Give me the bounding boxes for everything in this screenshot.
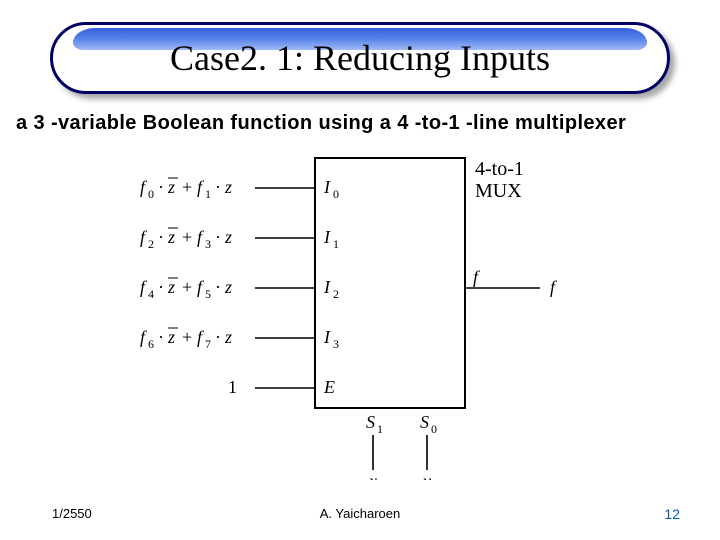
svg-text:4: 4 [148, 287, 154, 301]
page-title: Case2. 1: Reducing Inputs [170, 37, 550, 79]
svg-text:f: f [140, 277, 148, 297]
svg-text:1: 1 [228, 377, 237, 397]
svg-text:z: z [167, 227, 175, 247]
svg-text:z: z [167, 177, 175, 197]
svg-text:+: + [182, 277, 192, 297]
svg-text:1: 1 [333, 237, 339, 251]
mux-label-line2: MUX [475, 180, 522, 202]
svg-text:1: 1 [377, 422, 383, 436]
svg-text:7: 7 [205, 337, 211, 351]
input-row-2: f 4 · z + f 5 · z I 2 [140, 277, 339, 301]
svg-text:y: y [421, 471, 431, 480]
select-s1: S 1 x [366, 412, 383, 480]
svg-text:E: E [323, 377, 335, 397]
subtitle: a 3 -variable Boolean function using a 4… [16, 112, 626, 135]
svg-text:·: · [158, 277, 164, 297]
mux-diagram: 4-to-1 MUX f 0 · z + f 1 · z I 0 f 2 · z… [120, 140, 600, 480]
title-banner: Case2. 1: Reducing Inputs [50, 22, 670, 94]
svg-text:z: z [167, 327, 175, 347]
svg-text:z: z [224, 327, 232, 347]
svg-text:S: S [366, 412, 375, 432]
footer-center: A. Yaicharoen [320, 506, 400, 521]
enable-row: 1 E [228, 377, 335, 397]
svg-text:I: I [323, 277, 331, 297]
svg-text:·: · [158, 327, 164, 347]
svg-text:0: 0 [148, 187, 154, 201]
svg-text:5: 5 [205, 287, 211, 301]
svg-text:I: I [323, 327, 331, 347]
svg-text:·: · [215, 227, 221, 247]
select-s0: S 0 y [420, 412, 437, 480]
svg-text:2: 2 [333, 287, 339, 301]
footer-right: 12 [664, 506, 680, 522]
svg-text:x: x [368, 471, 377, 480]
svg-text:f: f [140, 227, 148, 247]
svg-text:·: · [215, 327, 221, 347]
footer: 1/2550 A. Yaicharoen 12 [0, 506, 720, 522]
svg-text:1: 1 [205, 187, 211, 201]
output-row: f f [465, 267, 558, 297]
svg-text:·: · [158, 227, 164, 247]
svg-text:f: f [140, 177, 148, 197]
svg-text:f: f [197, 327, 205, 347]
svg-text:z: z [224, 277, 232, 297]
svg-text:0: 0 [333, 187, 339, 201]
svg-text:·: · [215, 177, 221, 197]
input-row-0: f 0 · z + f 1 · z I 0 [140, 177, 339, 201]
svg-text:I: I [323, 227, 331, 247]
input-row-3: f 6 · z + f 7 · z I 3 [140, 327, 339, 351]
mux-label-line1: 4-to-1 [475, 158, 524, 180]
svg-text:z: z [224, 177, 232, 197]
svg-text:f: f [197, 177, 205, 197]
footer-left: 1/2550 [52, 506, 92, 522]
svg-text:3: 3 [333, 337, 339, 351]
svg-text:·: · [158, 177, 164, 197]
svg-text:I: I [323, 177, 331, 197]
svg-text:6: 6 [148, 337, 154, 351]
svg-text:+: + [182, 177, 192, 197]
svg-text:3: 3 [205, 237, 211, 251]
svg-text:z: z [224, 227, 232, 247]
svg-text:f: f [197, 277, 205, 297]
svg-text:·: · [215, 277, 221, 297]
svg-text:z: z [167, 277, 175, 297]
input-row-1: f 2 · z + f 3 · z I 1 [140, 227, 339, 251]
title-box: Case2. 1: Reducing Inputs [50, 22, 670, 94]
svg-text:f: f [197, 227, 205, 247]
svg-text:0: 0 [431, 422, 437, 436]
svg-text:2: 2 [148, 237, 154, 251]
svg-text:+: + [182, 227, 192, 247]
svg-text:f: f [550, 277, 558, 297]
svg-text:f: f [473, 267, 481, 287]
svg-text:S: S [420, 412, 429, 432]
svg-text:f: f [140, 327, 148, 347]
svg-text:+: + [182, 327, 192, 347]
